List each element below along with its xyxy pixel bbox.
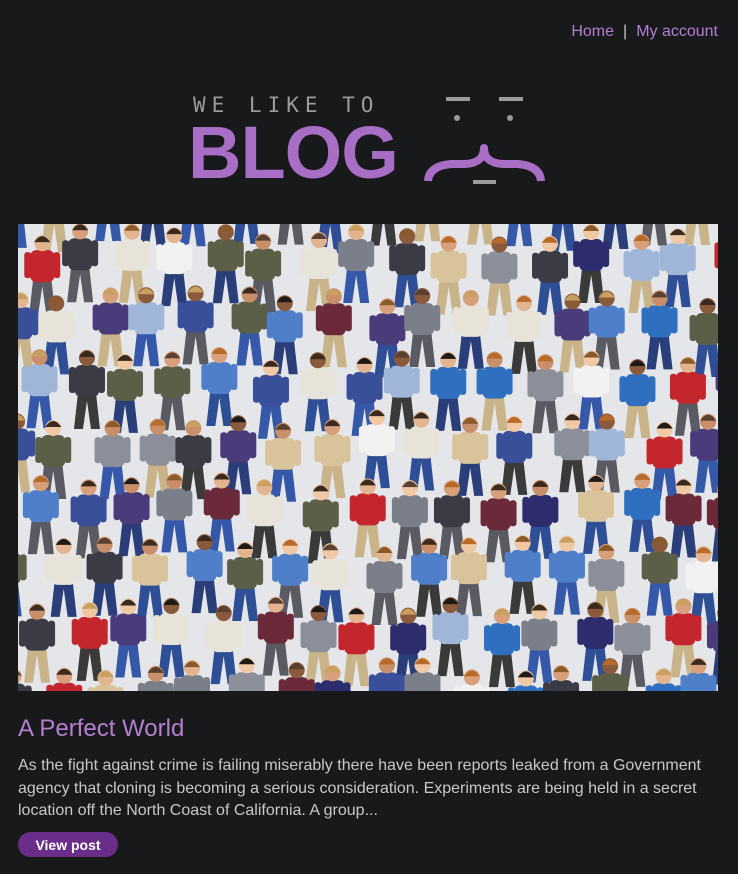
blog-logo[interactable]: WE LIKE TO BLOG — [186, 88, 556, 198]
home-link[interactable]: Home — [571, 23, 614, 40]
post-title[interactable]: A Perfect World — [18, 715, 184, 743]
face-logo-icon — [424, 97, 545, 184]
crowd-image — [18, 224, 718, 691]
logo-word: BLOG — [188, 111, 399, 194]
post-summary: As the fight against crime is failing mi… — [18, 757, 701, 819]
post-hero-image[interactable] — [18, 224, 718, 691]
view-post-button[interactable]: View post — [18, 832, 118, 857]
nav-separator: | — [623, 23, 628, 40]
top-nav: Home | My account — [571, 23, 718, 41]
my-account-link[interactable]: My account — [636, 23, 718, 40]
